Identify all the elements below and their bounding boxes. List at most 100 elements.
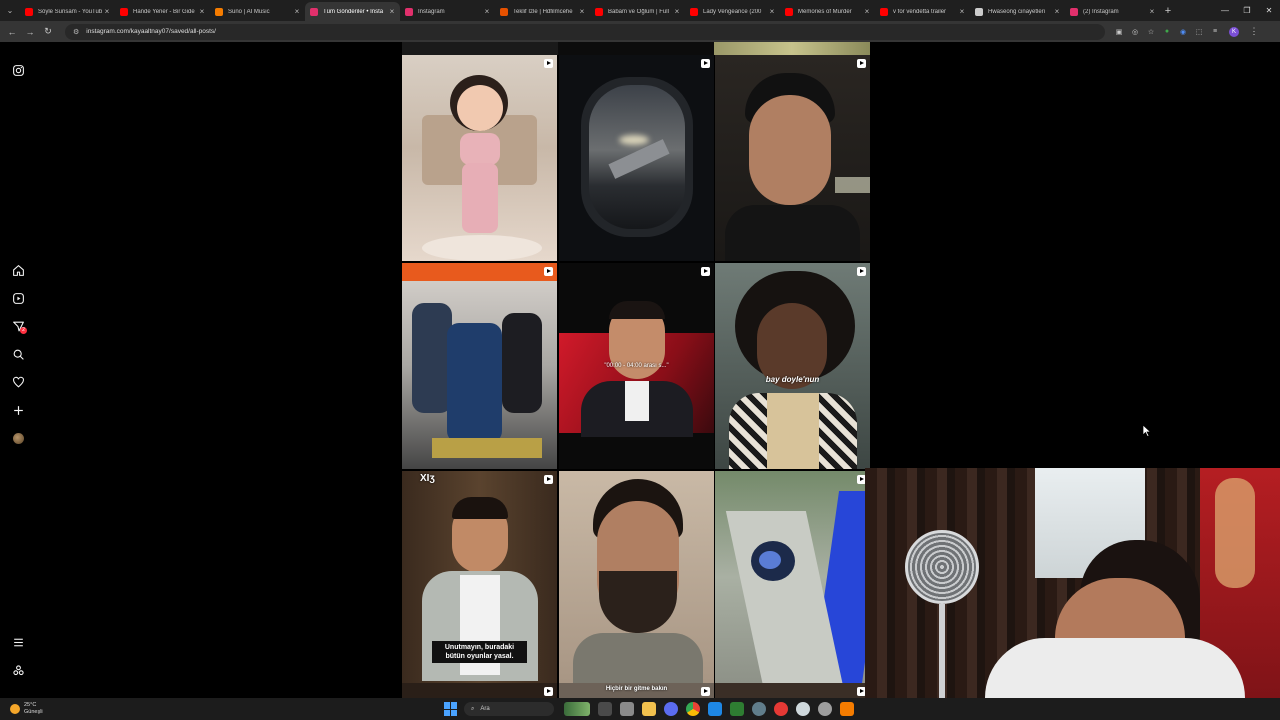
eye-off-icon[interactable]: ◎ (1127, 28, 1143, 36)
reel-icon (544, 687, 553, 696)
tab-title: Suno | AI Music (228, 8, 270, 15)
tab-close-icon[interactable]: × (103, 7, 111, 16)
forward-button[interactable]: → (21, 27, 39, 37)
tab-close-icon[interactable]: × (863, 7, 871, 16)
weather-widget[interactable]: 25°C Güneşli (10, 698, 43, 720)
browser-tab[interactable]: (2) Instagram × (1065, 2, 1160, 21)
url-text: instagram.com/kayaaltnay07/saved/all-pos… (86, 28, 216, 35)
app-icon[interactable] (796, 702, 810, 716)
search-icon: ⌕ (471, 705, 475, 712)
extension-icon[interactable]: ● (1159, 28, 1175, 36)
saved-posts-grid: "00:00 - 04:00 arası s..." bay doyle'nun… (402, 42, 870, 698)
instagram-icon[interactable] (10, 62, 26, 78)
address-bar[interactable]: ⚙ instagram.com/kayaaltnay07/saved/all-p… (65, 23, 1105, 40)
telegram-icon[interactable] (708, 702, 722, 716)
reels-icon[interactable] (10, 290, 26, 306)
tab-close-icon[interactable]: × (388, 7, 396, 16)
tab-close-icon[interactable]: × (293, 7, 301, 16)
cast-icon[interactable]: ▣ (1111, 28, 1127, 36)
tab-close-icon[interactable]: × (198, 7, 206, 16)
close-window-button[interactable]: ✕ (1258, 0, 1280, 21)
post-tile-hospital-scene[interactable] (402, 263, 557, 469)
create-icon[interactable] (10, 402, 26, 418)
browser-tab[interactable]: Tüm Gönderiler • Insta × (305, 2, 400, 21)
extension-2-icon[interactable]: ◉ (1175, 28, 1191, 36)
xbox-icon[interactable] (730, 702, 744, 716)
instagram-sidebar: 2 (0, 42, 36, 698)
tab-close-icon[interactable]: × (483, 7, 491, 16)
reel-icon (544, 475, 553, 484)
media-app-icon[interactable] (774, 702, 788, 716)
post-tile-red-stage-man[interactable]: "00:00 - 04:00 arası s..." (559, 263, 714, 469)
profile-avatar[interactable] (10, 430, 26, 446)
webcam-overlay (865, 468, 1280, 720)
reload-button[interactable]: ↻ (39, 26, 57, 37)
browser-tab[interactable]: Instagram × (400, 2, 495, 21)
post-tile-partial-1[interactable] (402, 683, 557, 698)
browser-tab[interactable]: Lady Vengeance (200 × (685, 2, 780, 21)
home-icon[interactable] (10, 262, 26, 278)
tab-title: Söyle Sunsam - YouTub (38, 8, 103, 15)
messages-icon[interactable]: 2 (10, 318, 27, 334)
settings-icon[interactable] (752, 702, 766, 716)
restore-button[interactable]: ❐ (1236, 0, 1258, 21)
post-tile-man-talking[interactable]: XIӡ Unutmayın, buradaki bütün oyunlar ya… (402, 471, 557, 683)
file-explorer-icon[interactable] (642, 702, 656, 716)
post-tile-woman-glasses[interactable]: bay doyle'nun (715, 263, 870, 469)
store-icon[interactable] (620, 702, 634, 716)
site-info-icon[interactable]: ⚙ (73, 28, 79, 36)
browser-tab[interactable]: v for vendetta trailer × (875, 2, 970, 21)
reel-icon (544, 59, 553, 68)
search-icon[interactable] (10, 346, 26, 362)
post-tile-motorbike[interactable] (715, 471, 870, 683)
reading-list-icon[interactable]: ≡ (1207, 28, 1223, 36)
browser-menu-icon[interactable]: ⋮ (1245, 26, 1263, 37)
tab-title: Tüm Gönderiler • Insta (323, 8, 384, 15)
steam-icon[interactable] (818, 702, 832, 716)
tab-title: Memories of Murder (798, 8, 852, 15)
tab-close-icon[interactable]: × (958, 7, 966, 16)
browser-toolbar: ← → ↻ ⚙ instagram.com/kayaaltnay07/saved… (0, 21, 1280, 42)
post-tile-partial-3[interactable] (715, 683, 870, 698)
post-tile-baby[interactable] (402, 55, 557, 261)
browser-tab[interactable]: Teklif İzle | Hdfilmcehe × (495, 2, 590, 21)
chrome-icon[interactable] (686, 702, 700, 716)
bookmark-star-icon[interactable]: ☆ (1143, 28, 1159, 36)
task-view-icon[interactable] (598, 702, 612, 716)
menu-icon[interactable] (10, 634, 26, 650)
app-2-icon[interactable] (840, 702, 854, 716)
browser-tab[interactable]: Hwaseong cinayetleri × (970, 2, 1065, 21)
post-tile-bearded-man[interactable] (559, 471, 714, 683)
post-tile-man-portrait[interactable] (715, 55, 870, 261)
tab-favicon-icon (405, 7, 413, 16)
browser-tab[interactable]: Babam ve Oğlum | Full × (590, 2, 685, 21)
post-overlay-text: bay doyle'nun (765, 375, 820, 384)
tab-close-icon[interactable]: × (673, 7, 681, 16)
browser-tab[interactable]: Hande Yener - Bir Gide × (115, 2, 210, 21)
reel-icon (857, 267, 866, 276)
threads-icon[interactable] (10, 662, 26, 678)
heart-icon[interactable] (10, 374, 26, 390)
discord-icon[interactable] (664, 702, 678, 716)
windows-start-icon[interactable] (444, 702, 458, 716)
new-tab-button[interactable]: + (1160, 5, 1176, 17)
post-tile-partial-2[interactable]: Hiçbir bir gitme bakın (559, 683, 714, 698)
tab-close-icon[interactable]: × (1053, 7, 1061, 16)
tab-close-icon[interactable]: × (578, 7, 586, 16)
browser-tab[interactable]: Suno | AI Music × (210, 2, 305, 21)
browser-tab[interactable]: Söyle Sunsam - YouTub × (20, 2, 115, 21)
tab-favicon-icon (25, 7, 33, 16)
tab-close-icon[interactable]: × (1148, 7, 1156, 16)
minimize-button[interactable]: — (1214, 0, 1236, 21)
tab-search-button[interactable]: ⌄ (0, 0, 20, 21)
extensions-puzzle-icon[interactable]: ⬚ (1191, 28, 1207, 36)
tab-title: (2) Instagram (1083, 8, 1119, 15)
back-button[interactable]: ← (3, 27, 21, 37)
window-controls: — ❐ ✕ (1214, 0, 1280, 21)
post-tile-airplane-window[interactable] (559, 55, 714, 261)
browser-tab[interactable]: Memories of Murder × (780, 2, 875, 21)
tab-close-icon[interactable]: × (768, 7, 776, 16)
taskbar-search[interactable]: ⌕ Ara (464, 702, 554, 716)
widgets-icon[interactable] (564, 702, 590, 716)
profile-avatar-button[interactable]: K (1229, 26, 1239, 37)
